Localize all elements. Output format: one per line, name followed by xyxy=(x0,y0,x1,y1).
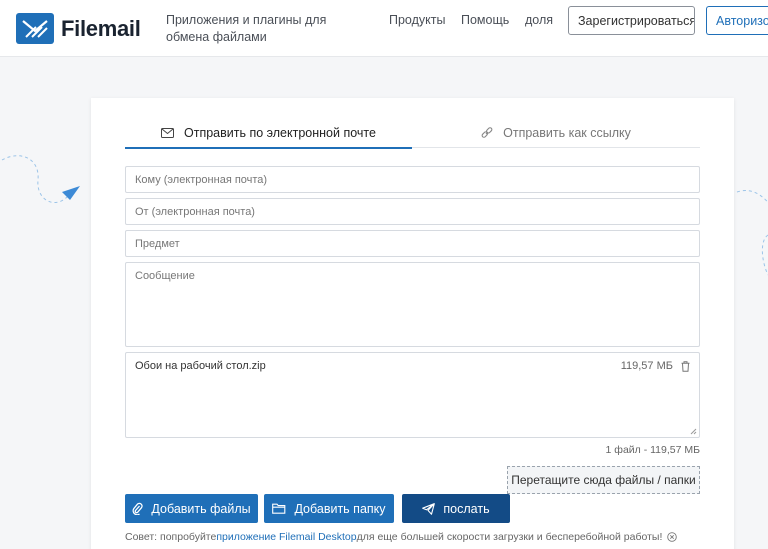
add-folder-button[interactable]: Добавить папку xyxy=(264,494,394,523)
transfer-card: Отправить по электронной почте Отправить… xyxy=(91,98,734,549)
tab-send-link[interactable]: Отправить как ссылку xyxy=(412,118,700,148)
trash-icon[interactable] xyxy=(681,360,690,372)
to-email-placeholder: Кому (электронная почта) xyxy=(135,173,268,186)
message-placeholder: Сообщение xyxy=(135,270,195,282)
nav-help-link[interactable]: Помощь xyxy=(461,13,509,27)
files-summary: 1 файл - 119,57 МБ xyxy=(605,444,700,456)
nav-apps-link[interactable]: Приложения и плагины для обмена файлами xyxy=(166,12,366,46)
tip-suffix: для еще большей скорости загрузки и бесп… xyxy=(356,531,663,543)
add-folder-label: Добавить папку xyxy=(294,501,386,516)
add-files-button[interactable]: Добавить файлы xyxy=(125,494,258,523)
paper-plane-icon xyxy=(422,502,436,515)
subject-input[interactable]: Предмет xyxy=(125,230,700,257)
from-email-placeholder: От (электронная почта) xyxy=(135,205,255,218)
nav-share-link[interactable]: доля xyxy=(525,13,553,27)
top-header: Filemail Приложения и плагины для обмена… xyxy=(0,0,768,57)
envelope-icon xyxy=(161,127,175,138)
message-textarea[interactable]: Сообщение xyxy=(125,262,700,347)
add-files-label: Добавить файлы xyxy=(151,501,251,516)
decorative-paper-plane-trail xyxy=(1,155,80,203)
register-button[interactable]: Зарегистрироваться xyxy=(568,6,695,35)
logo-text: Filemail xyxy=(61,15,141,41)
filemail-logo[interactable]: Filemail xyxy=(16,13,141,44)
to-email-input[interactable]: Кому (электронная почта) xyxy=(125,166,700,193)
link-icon xyxy=(481,127,493,139)
send-mode-tabs: Отправить по электронной почте Отправить… xyxy=(125,118,700,149)
decorative-dashed-curve-right xyxy=(736,190,768,276)
send-button[interactable]: послать xyxy=(402,494,510,523)
close-circle-icon[interactable] xyxy=(667,532,678,542)
file-name: Обои на рабочий стол.zip xyxy=(135,360,266,372)
tip-prefix: Совет: попробуйте xyxy=(125,531,217,543)
paperclip-icon xyxy=(132,502,144,515)
subject-placeholder: Предмет xyxy=(135,237,180,250)
tab-send-link-label: Отправить как ссылку xyxy=(503,126,631,140)
filemail-logo-icon xyxy=(16,13,54,44)
folder-icon xyxy=(272,503,286,514)
desktop-app-tip: Совет: попробуйте приложение Filemail De… xyxy=(125,531,678,543)
resize-handle-icon[interactable] xyxy=(690,428,697,435)
file-size: 119,57 МБ xyxy=(620,360,673,372)
file-dropzone[interactable]: Перетащите сюда файлы / папки xyxy=(507,466,700,494)
list-item: Обои на рабочий стол.zip 119,57 МБ xyxy=(135,359,690,373)
tab-send-email[interactable]: Отправить по электронной почте xyxy=(125,118,412,149)
nav-products-link[interactable]: Продукты xyxy=(389,13,445,27)
tab-send-email-label: Отправить по электронной почте xyxy=(184,125,376,140)
send-label: послать xyxy=(443,501,490,516)
from-email-input[interactable]: От (электронная почта) xyxy=(125,198,700,225)
desktop-app-link[interactable]: приложение Filemail Desktop xyxy=(216,531,356,543)
login-button[interactable]: Авторизоваться xyxy=(706,6,768,35)
file-list[interactable]: Обои на рабочий стол.zip 119,57 МБ xyxy=(125,352,700,438)
